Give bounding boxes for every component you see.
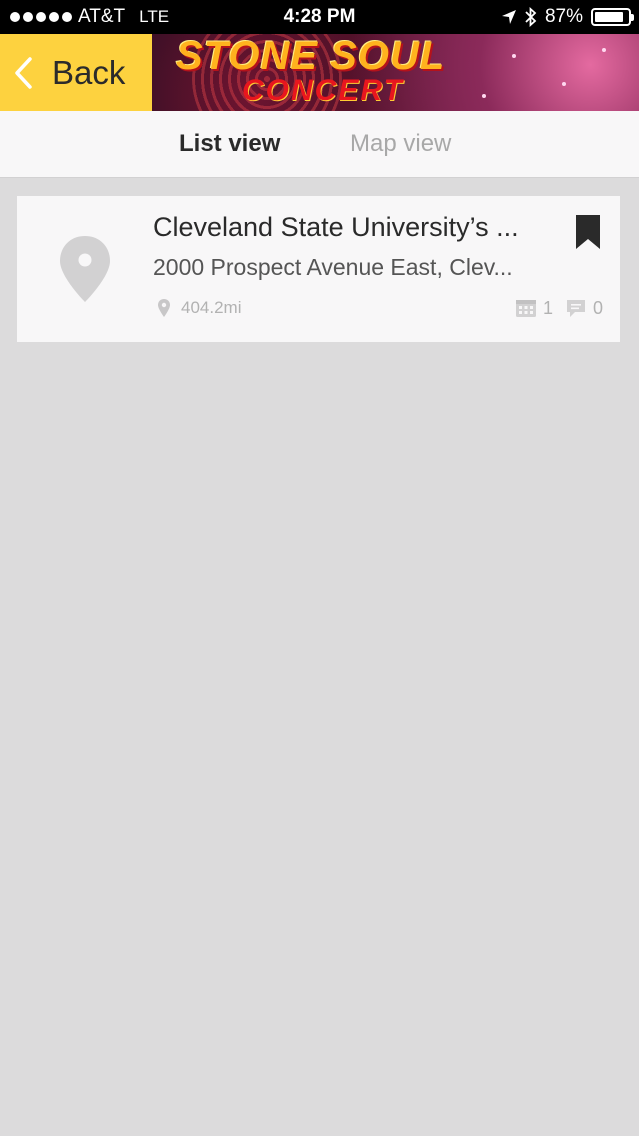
back-label: Back xyxy=(52,53,126,91)
venue-card[interactable]: Cleveland State University’s ... 2000 Pr… xyxy=(17,196,620,342)
battery-fill xyxy=(595,12,623,22)
banner-sparkle xyxy=(512,54,516,58)
signal-strength-icon xyxy=(10,12,72,22)
calendar-icon xyxy=(515,300,536,317)
carrier-name: AT&T xyxy=(78,6,126,27)
banner-subtitle: CONCERT xyxy=(242,74,404,107)
status-left: AT&T LTE xyxy=(10,0,169,34)
battery-percent: 87% xyxy=(544,6,583,27)
tab-map-view[interactable]: Map view xyxy=(350,111,451,177)
venue-distance: 404.2mi xyxy=(181,298,242,317)
status-bar: AT&T LTE 4:28 PM 87% xyxy=(0,0,639,34)
location-pin-small-icon xyxy=(158,299,170,317)
events-count: 1 xyxy=(542,297,553,318)
banner-sparkle xyxy=(482,94,486,98)
counts-row: 1 0 xyxy=(515,296,603,320)
back-button[interactable]: Back xyxy=(0,34,152,111)
venue-name: Cleveland State University’s ... xyxy=(153,212,519,242)
banner-sparkle xyxy=(562,82,566,86)
network-type: LTE xyxy=(139,7,170,26)
bluetooth-icon xyxy=(525,7,537,27)
banner-sparkle xyxy=(602,48,606,52)
banner-title: STONE SOUL xyxy=(176,34,446,78)
header: Back STONE SOUL CONCERT xyxy=(0,34,639,111)
comment-icon xyxy=(566,300,585,317)
tab-list-view[interactable]: List view xyxy=(179,111,280,177)
concert-banner: STONE SOUL CONCERT xyxy=(152,34,639,111)
venue-address: 2000 Prospect Avenue East, Clev... xyxy=(153,254,513,280)
status-right: 87% xyxy=(501,0,634,34)
back-chevron-icon xyxy=(15,56,32,89)
map-pin-icon xyxy=(60,236,110,302)
comments-count: 0 xyxy=(592,297,603,318)
battery-icon xyxy=(591,8,634,26)
bookmark-icon[interactable] xyxy=(575,214,601,250)
view-tabs: List view Map view xyxy=(0,111,639,178)
location-arrow-icon xyxy=(501,10,516,24)
distance-row: 404.2mi xyxy=(157,296,241,320)
